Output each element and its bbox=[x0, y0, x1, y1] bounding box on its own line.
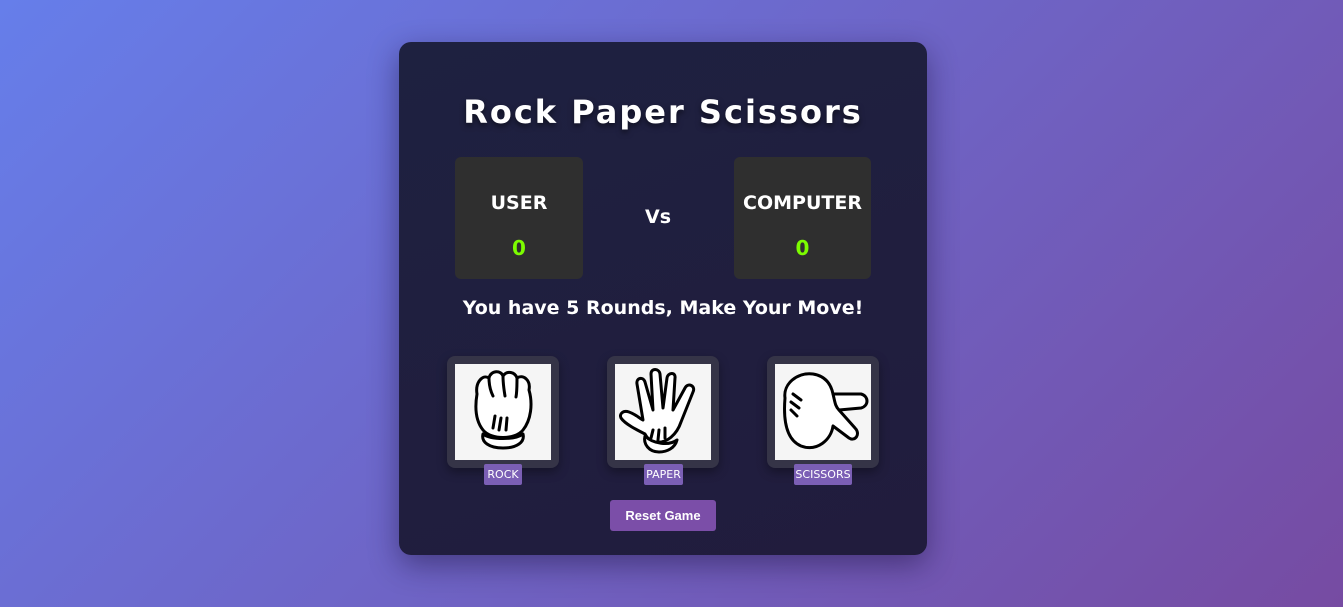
computer-score-label: COMPUTER bbox=[743, 192, 862, 214]
game-card: Rock Paper Scissors USER 0 Vs COMPUTER 0… bbox=[399, 42, 927, 555]
rock-hand-icon bbox=[455, 364, 551, 460]
user-score-label: USER bbox=[490, 192, 548, 214]
rock-choice-button[interactable] bbox=[447, 356, 559, 468]
scissors-choice-button[interactable] bbox=[767, 356, 879, 468]
user-score-value: 0 bbox=[512, 236, 526, 260]
vs-label: Vs bbox=[644, 206, 671, 228]
game-message: You have 5 Rounds, Make Your Move! bbox=[462, 297, 864, 319]
paper-label: PAPER bbox=[644, 464, 683, 485]
scissors-hand-icon bbox=[775, 364, 871, 460]
scissors-label: SCISSORS bbox=[794, 464, 852, 485]
rock-label: ROCK bbox=[484, 464, 522, 485]
paper-choice-button[interactable] bbox=[607, 356, 719, 468]
reset-game-button[interactable]: Reset Game bbox=[610, 500, 716, 531]
game-title: Rock Paper Scissors bbox=[463, 93, 863, 131]
computer-score-value: 0 bbox=[795, 236, 810, 260]
computer-score-box: COMPUTER 0 bbox=[734, 157, 871, 279]
user-score-box: USER 0 bbox=[455, 157, 583, 279]
paper-hand-icon bbox=[615, 364, 711, 460]
